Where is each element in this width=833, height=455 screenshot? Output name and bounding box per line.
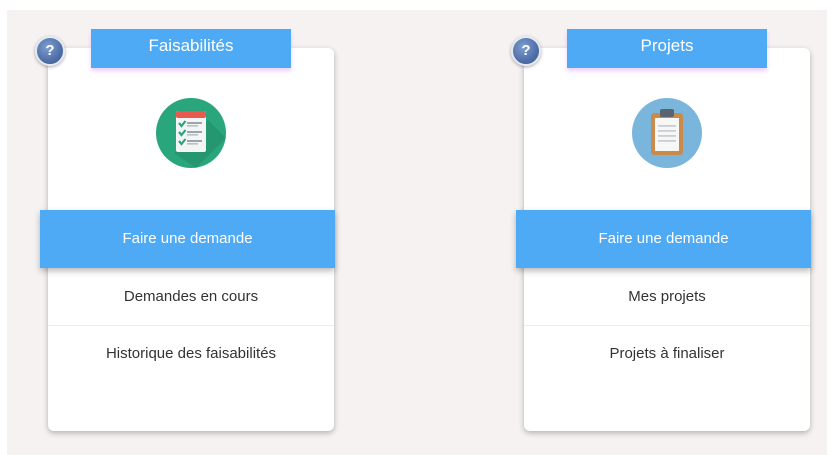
feasibility-history-link[interactable]: Historique des faisabilités <box>48 326 334 382</box>
feasibility-new-request-button[interactable]: Faire une demande <box>40 210 335 268</box>
projects-new-request-button[interactable]: Faire une demande <box>516 210 811 268</box>
feasibility-help-icon[interactable]: ? <box>35 36 65 66</box>
my-projects-link[interactable]: Mes projets <box>524 269 810 325</box>
checklist-icon <box>156 98 226 168</box>
projects-card-title: Projets <box>567 29 767 68</box>
clipboard-icon <box>632 98 702 168</box>
feasibility-card-title: Faisabilités <box>91 29 291 68</box>
projects-help-icon[interactable]: ? <box>511 36 541 66</box>
feasibility-pending-requests-link[interactable]: Demandes en cours <box>48 269 334 325</box>
projects-to-finalize-link[interactable]: Projets à finaliser <box>524 326 810 382</box>
